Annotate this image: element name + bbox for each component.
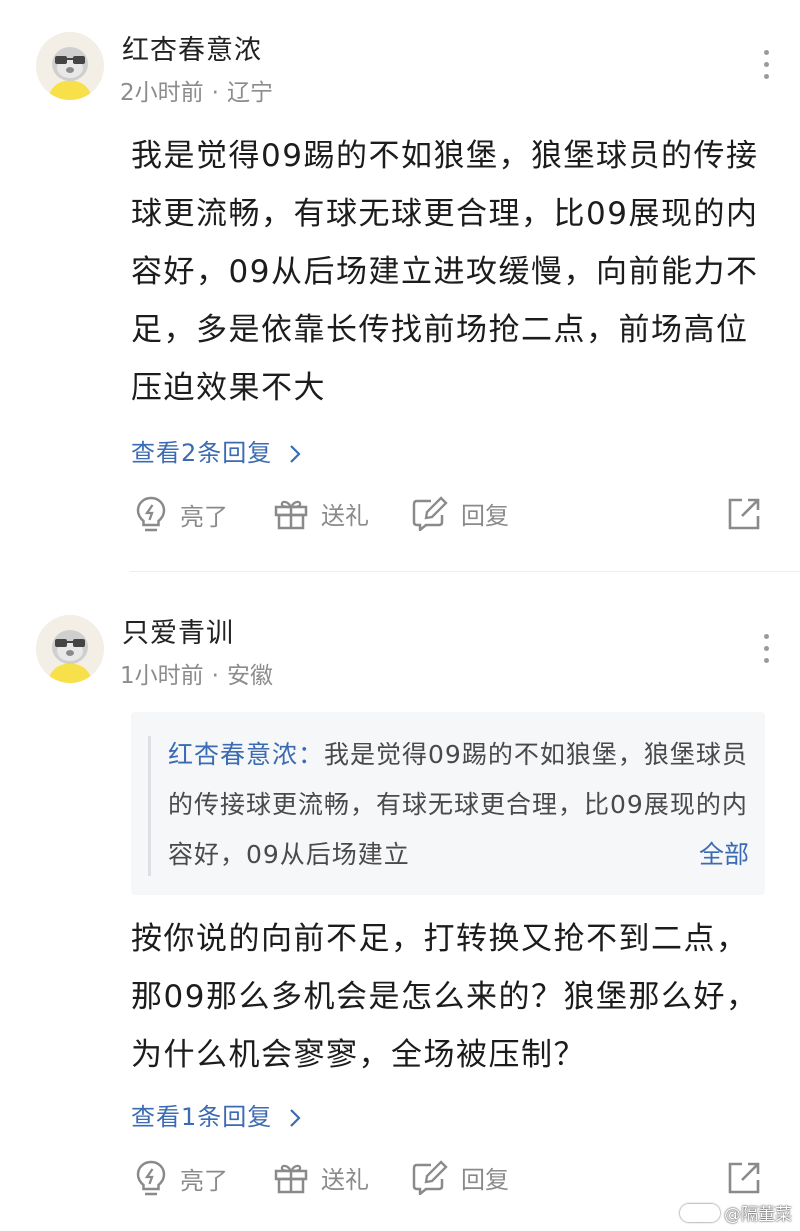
quote-bar — [148, 736, 151, 876]
quote-author[interactable]: 红杏春意浓： — [168, 740, 324, 769]
edit-reply-icon — [412, 496, 448, 531]
edit-reply-icon — [412, 1160, 448, 1195]
quote-text: 红杏春意浓：我是觉得09踢的不如狼堡，狼堡球员的传接球更流畅，有球无球更合理，比… — [168, 730, 753, 880]
like-label: 亮了 — [180, 502, 228, 531]
comment-divider — [130, 571, 800, 572]
share-icon — [728, 498, 760, 530]
lightbulb-icon — [136, 496, 166, 532]
avatar[interactable] — [36, 615, 104, 683]
username[interactable]: 只爱青训 — [122, 611, 234, 650]
comment-text: 按你说的向前不足，打转换又抢不到二点，那09那么多机会是怎么来的？狼堡那么好，为… — [131, 921, 759, 1073]
like-label: 亮了 — [180, 1166, 228, 1195]
comment-meta: 2小时前 · 辽宁 — [120, 73, 273, 107]
quote-content: 我是觉得09踢的不如狼堡，狼堡球员的传接球更流畅，有球无球更合理，比09展现的内… — [168, 740, 748, 869]
view-replies-label: 查看1条回复 — [131, 1103, 273, 1131]
watermark: @隔董菜 — [680, 1200, 792, 1225]
quote-expand-link[interactable]: 全部 — [658, 830, 749, 880]
gift-icon — [274, 500, 308, 530]
watermark-text: @隔董菜 — [724, 1205, 792, 1225]
reply-label: 回复 — [461, 1165, 509, 1194]
comment-1: 红杏春意浓 2小时前 · 辽宁 我是觉得09踢的不如狼堡，狼堡球员的传接球更流畅，有… — [0, 0, 800, 570]
like-button[interactable]: 亮了 — [134, 1159, 228, 1197]
username[interactable]: 红杏春意浓 — [122, 28, 262, 67]
gift-label: 送礼 — [321, 1165, 369, 1194]
post-time: 2小时前 — [120, 80, 204, 106]
quoted-comment[interactable]: 红杏春意浓：我是觉得09踢的不如狼堡，狼堡球员的传接球更流畅，有球无球更合理，比… — [131, 712, 765, 895]
comment-meta: 1小时前 · 安徽 — [120, 656, 273, 690]
post-location: 辽宁 — [226, 80, 273, 106]
reply-button[interactable]: 回复 — [411, 495, 509, 531]
gift-button[interactable]: 送礼 — [273, 1159, 369, 1195]
view-replies-link[interactable]: 查看1条回复 — [131, 1097, 301, 1132]
chevron-right-icon — [290, 1109, 301, 1127]
more-vertical-icon — [763, 634, 769, 639]
share-button[interactable] — [726, 496, 774, 532]
share-button[interactable] — [726, 1160, 774, 1196]
more-vertical-icon — [763, 50, 769, 55]
reply-button[interactable]: 回复 — [411, 1159, 509, 1195]
more-options-button[interactable] — [760, 634, 772, 668]
avatar[interactable] — [36, 32, 104, 100]
like-button[interactable]: 亮了 — [134, 495, 228, 533]
meta-separator: · — [211, 80, 219, 106]
share-icon — [728, 1162, 760, 1194]
lightbulb-icon — [136, 1160, 166, 1196]
comment-text: 我是觉得09踢的不如狼堡，狼堡球员的传接球更流畅，有球无球更合理，比09展现的内… — [131, 138, 759, 406]
reply-label: 回复 — [461, 501, 509, 530]
meta-separator: · — [211, 663, 219, 689]
gift-label: 送礼 — [321, 501, 369, 530]
post-time: 1小时前 — [120, 663, 204, 689]
post-location: 安徽 — [226, 663, 273, 689]
view-replies-link[interactable]: 查看2条回复 — [131, 433, 301, 468]
chevron-right-icon — [290, 445, 301, 463]
gift-icon — [274, 1164, 308, 1194]
watermark-logo — [680, 1203, 720, 1222]
more-options-button[interactable] — [760, 50, 772, 84]
view-replies-label: 查看2条回复 — [131, 439, 273, 467]
gift-button[interactable]: 送礼 — [273, 495, 369, 531]
